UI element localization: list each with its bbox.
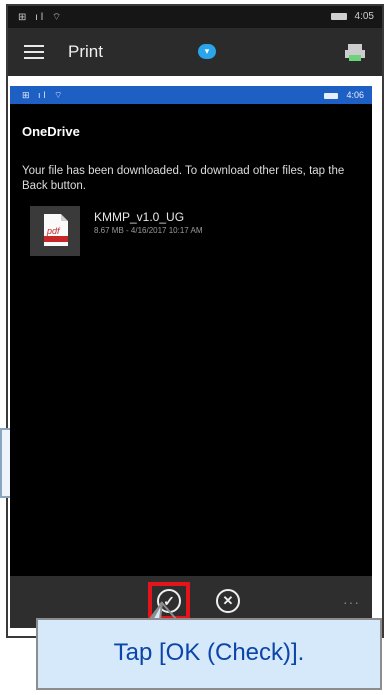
onedrive-screen: ⊞ ıl ⌔ 4:06 OneDrive Your file has been … <box>10 86 372 576</box>
onedrive-title: OneDrive <box>22 124 80 139</box>
app-title: Print <box>68 42 103 61</box>
inner-battery-icon <box>324 92 339 99</box>
inner-status-bar: ⊞ ıl ⌔ 4:06 <box>10 86 372 104</box>
inner-status-time-text: 4:06 <box>346 90 364 100</box>
check-circle-icon[interactable]: ✓ <box>157 589 181 613</box>
more-icon[interactable]: ··· <box>343 594 360 610</box>
status-signal-icons: ⊞ ıl ⌔ <box>18 12 65 23</box>
inner-status-time: 4:06 <box>324 90 364 100</box>
outer-status-bar: ⊞ ıl ⌔ 4:05 <box>8 6 382 28</box>
pdf-icon-label: pdf <box>47 226 60 236</box>
file-name: KMMP_v1.0_UG <box>94 210 185 224</box>
app-bar: Print ▾ <box>8 28 382 76</box>
printer-icon[interactable] <box>344 42 366 62</box>
file-list-item[interactable]: pdf KMMP_v1.0_UG 8.67 MB - 4/16/2017 10:… <box>30 204 360 259</box>
status-time-text: 4:05 <box>354 11 374 22</box>
cloud-icon: ▾ <box>198 44 216 59</box>
inner-signal-icons: ⊞ ıl ⌔ <box>22 90 66 100</box>
instruction-callout: Tap [OK (Check)]. <box>36 618 382 690</box>
status-time: 4:05 <box>330 11 374 22</box>
download-message: Your file has been downloaded. To downlo… <box>22 165 345 192</box>
cancel-circle-icon[interactable]: ✕ <box>216 589 240 613</box>
callout-text: Tap [OK (Check)]. <box>113 639 305 666</box>
battery-icon <box>330 12 347 20</box>
pdf-file-icon: pdf <box>30 206 80 256</box>
hamburger-icon[interactable] <box>24 45 44 59</box>
file-meta: 8.67 MB - 4/16/2017 10:17 AM <box>94 226 203 235</box>
